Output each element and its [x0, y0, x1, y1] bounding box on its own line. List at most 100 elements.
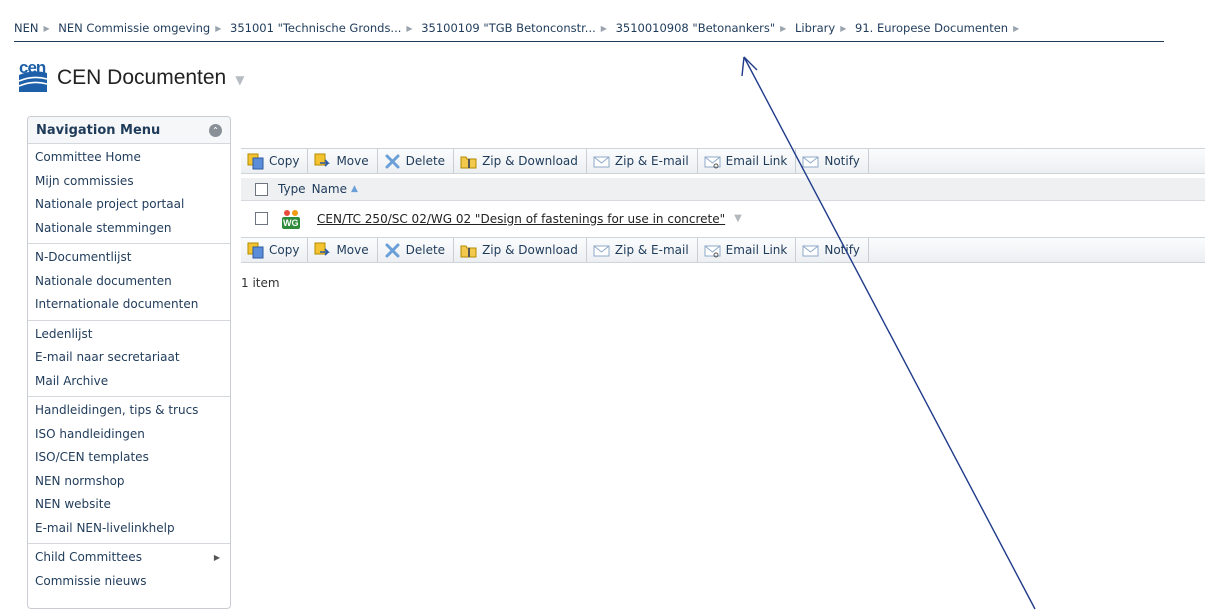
cen-logo: cen	[18, 58, 48, 93]
nav-title: Navigation Menu	[36, 122, 161, 138]
envelope-icon	[802, 153, 819, 170]
breadcrumb-separator-icon: ▶	[600, 24, 607, 33]
notify-button[interactable]: Notify	[796, 238, 869, 262]
delete-label: Delete	[405, 154, 446, 168]
breadcrumb-underline	[14, 41, 1164, 42]
zip-email-button[interactable]: Zip & E-mail	[587, 238, 698, 262]
zip-download-label: Zip & Download	[482, 154, 578, 168]
chevron-right-icon: ▶	[213, 553, 220, 562]
breadcrumb-separator-icon: ▶	[840, 24, 847, 33]
toolbar-bottom: Copy Move Delete Zip & Download Zip & E-…	[241, 237, 1205, 263]
email-link-button[interactable]: Email Link	[698, 238, 797, 262]
nav-item-nen-website[interactable]: NEN website	[28, 493, 230, 517]
notify-label: Notify	[824, 243, 860, 257]
page-header: cen CEN Documenten ▼	[18, 56, 244, 96]
delete-button[interactable]: Delete	[378, 149, 455, 173]
page-title: CEN Documenten	[57, 66, 227, 89]
nav-group-1: Committee Home Mijn commissies Nationale…	[28, 144, 230, 244]
zip-download-button[interactable]: Zip & Download	[454, 238, 587, 262]
copy-label: Copy	[269, 154, 300, 168]
nav-item-nationale-project-portaal[interactable]: Nationale project portaal	[28, 193, 230, 217]
working-group-icon-label: WG	[283, 217, 299, 228]
breadcrumb-separator-icon: ▶	[215, 24, 222, 33]
copy-icon	[247, 153, 264, 170]
chevron-down-icon[interactable]: ▼	[235, 73, 244, 87]
document-link[interactable]: CEN/TC 250/SC 02/WG 02 "Design of fasten…	[317, 212, 725, 226]
breadcrumb-item-35100109[interactable]: 35100109 "TGB Betonconstr...	[421, 21, 596, 35]
nav-item-child-committees[interactable]: Child Committees ▶	[28, 546, 230, 570]
working-group-icon: WG	[280, 208, 302, 230]
nav-item-label: Child Committees	[35, 550, 142, 564]
email-link-button[interactable]: Email Link	[698, 149, 797, 173]
table-header: Type Name ▲	[241, 178, 1205, 201]
breadcrumb-item-351001[interactable]: 351001 "Technische Gronds...	[230, 21, 401, 35]
notify-button[interactable]: Notify	[796, 149, 869, 173]
zip-email-label: Zip & E-mail	[614, 243, 689, 257]
nav-item-iso-handleidingen[interactable]: ISO handleidingen	[28, 423, 230, 447]
nav-item-email-secretariaat[interactable]: E-mail naar secretariaat	[28, 346, 230, 370]
delete-button[interactable]: Delete	[378, 238, 455, 262]
zip-email-label: Zip & E-mail	[614, 154, 689, 168]
copy-button[interactable]: Copy	[241, 149, 309, 173]
nav-item-mijn-commissies[interactable]: Mijn commissies	[28, 170, 230, 194]
nav-item-n-documentlijst[interactable]: N-Documentlijst	[28, 246, 230, 270]
column-name[interactable]: Name	[312, 182, 347, 196]
move-button[interactable]: Move	[308, 149, 378, 173]
move-icon	[314, 242, 331, 259]
table-row: WG CEN/TC 250/SC 02/WG 02 "Design of fas…	[241, 202, 1205, 235]
zip-download-label: Zip & Download	[482, 243, 578, 257]
toolbar-top: Copy Move Delete Zip & Download Zip & E-…	[241, 148, 1205, 174]
nav-group-2: N-Documentlijst Nationale documenten Int…	[28, 244, 230, 321]
nav-item-internationale-documenten[interactable]: Internationale documenten	[28, 293, 230, 317]
select-all-checkbox[interactable]	[255, 182, 268, 196]
nav-item-email-nen-livelinkhelp[interactable]: E-mail NEN-livelinkhelp	[28, 517, 230, 541]
breadcrumb-item-3510010908[interactable]: 3510010908 "Betonankers"	[616, 21, 776, 35]
zip-download-button[interactable]: Zip & Download	[454, 149, 587, 173]
breadcrumb-item-nen[interactable]: NEN	[14, 21, 38, 35]
breadcrumb-separator-icon: ▶	[1013, 24, 1020, 33]
move-button[interactable]: Move	[308, 238, 378, 262]
sort-ascending-icon[interactable]: ▲	[351, 184, 358, 194]
email-link-icon	[704, 242, 721, 259]
row-checkbox[interactable]	[255, 212, 268, 225]
copy-button[interactable]: Copy	[241, 238, 309, 262]
navigation-menu: Navigation Menu ⌃ Committee Home Mijn co…	[27, 116, 231, 609]
chevron-down-icon[interactable]: ▼	[734, 213, 742, 224]
zip-folder-icon	[460, 242, 477, 259]
collapse-icon[interactable]: ⌃	[209, 123, 222, 137]
column-type[interactable]: Type	[278, 182, 306, 196]
cen-logo-text: cen	[19, 58, 46, 77]
breadcrumb-separator-icon: ▶	[406, 24, 413, 33]
nav-item-nationale-stemmingen[interactable]: Nationale stemmingen	[28, 217, 230, 241]
envelope-icon	[593, 242, 610, 259]
email-link-label: Email Link	[725, 243, 788, 257]
email-link-icon	[704, 153, 721, 170]
nav-item-committee-home[interactable]: Committee Home	[28, 146, 230, 170]
move-icon	[314, 153, 331, 170]
envelope-icon	[593, 153, 610, 170]
zip-folder-icon	[460, 153, 477, 170]
breadcrumb-item-library[interactable]: Library	[795, 21, 835, 35]
breadcrumb: NEN ▶ NEN Commissie omgeving ▶ 351001 "Tec…	[14, 20, 1205, 37]
breadcrumb-item-commissie-omgeving[interactable]: NEN Commissie omgeving	[58, 21, 210, 35]
nav-item-nationale-documenten[interactable]: Nationale documenten	[28, 270, 230, 294]
delete-icon	[384, 153, 401, 170]
nav-group-4: Handleidingen, tips & trucs ISO handleid…	[28, 397, 230, 544]
delete-label: Delete	[405, 243, 446, 257]
move-label: Move	[336, 243, 369, 257]
nav-item-iso-cen-templates[interactable]: ISO/CEN templates	[28, 446, 230, 470]
nav-header: Navigation Menu ⌃	[28, 117, 230, 144]
item-count: 1 item	[241, 276, 280, 290]
delete-icon	[384, 242, 401, 259]
breadcrumb-item-europese-documenten[interactable]: 91. Europese Documenten	[855, 21, 1008, 35]
nav-item-nen-normshop[interactable]: NEN normshop	[28, 470, 230, 494]
zip-email-button[interactable]: Zip & E-mail	[587, 149, 698, 173]
notify-label: Notify	[824, 154, 860, 168]
nav-item-ledenlijst[interactable]: Ledenlijst	[28, 323, 230, 347]
nav-item-mail-archive[interactable]: Mail Archive	[28, 370, 230, 394]
breadcrumb-separator-icon: ▶	[780, 24, 787, 33]
nav-item-commissie-nieuws[interactable]: Commissie nieuws	[28, 570, 230, 594]
email-link-label: Email Link	[725, 154, 788, 168]
nav-item-handleidingen[interactable]: Handleidingen, tips & trucs	[28, 399, 230, 423]
copy-icon	[247, 242, 264, 259]
